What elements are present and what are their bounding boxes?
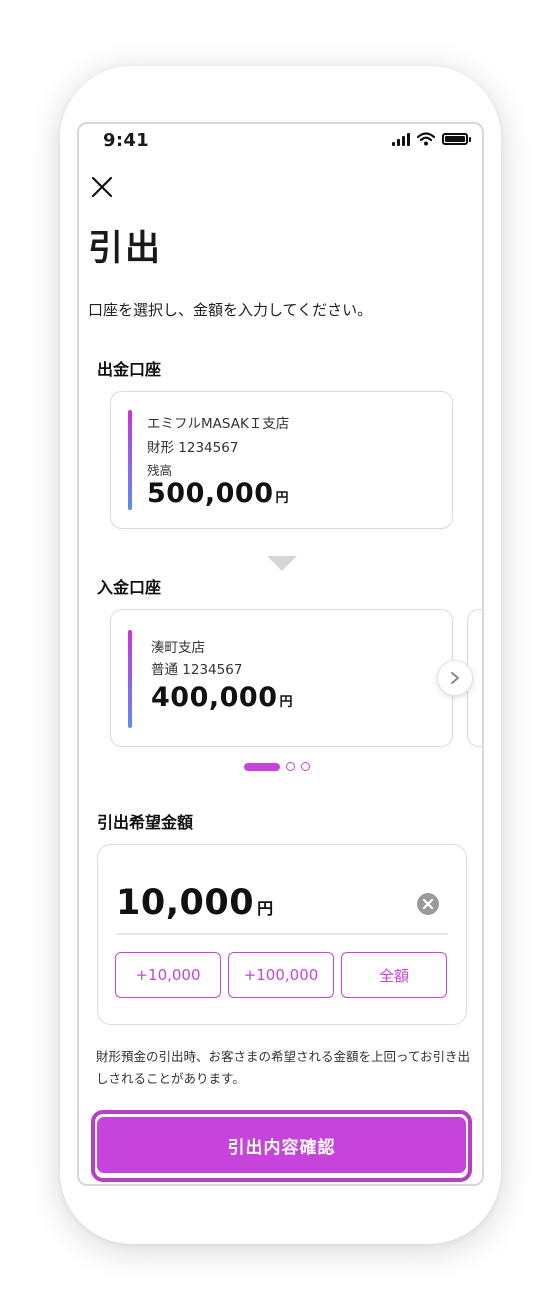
withdrawal-note: 財形預金の引出時、お客さまの希望される金額を上回ってお引き出しされることがありま… (96, 1049, 471, 1086)
pagination-dot[interactable] (301, 762, 310, 771)
withdraw-account-label: 出金口座 (97, 360, 162, 379)
instruction-text: 口座を選択し、金額を入力してください。 (88, 301, 373, 319)
withdraw-account-number: 財形 1234567 (147, 440, 239, 456)
status-time: 9:41 (103, 130, 149, 151)
deposit-balance-currency: 円 (279, 695, 293, 710)
clear-icon[interactable] (417, 893, 439, 915)
confirm-withdrawal-button[interactable]: 引出内容確認 (97, 1117, 466, 1173)
chevron-right-icon (451, 672, 459, 684)
signal-icon (392, 132, 410, 146)
balance-label: 残高 (147, 463, 173, 478)
withdraw-balance: 500,000 円 (147, 478, 289, 509)
withdraw-account-card[interactable]: エミフルMASAKＩ支店 財形 1234567 残高 500,000 円 (110, 391, 453, 529)
page-title: 引出 (88, 229, 163, 269)
battery-icon (442, 133, 471, 145)
deposit-balance-amount: 400,000 (151, 682, 278, 713)
amount-label: 引出希望金額 (97, 813, 194, 832)
arrow-down-icon (267, 556, 297, 571)
full-amount-button[interactable]: 全額 (341, 952, 447, 998)
deposit-balance: 400,000 円 (151, 682, 293, 713)
pagination-dot-active[interactable] (244, 762, 280, 771)
deposit-branch: 湊町支店 (151, 640, 205, 656)
amount-value: 10,000 (116, 883, 255, 923)
pagination-dot[interactable] (286, 762, 295, 771)
withdraw-balance-amount: 500,000 (147, 478, 274, 509)
add-100000-button[interactable]: +100,000 (228, 952, 334, 998)
amount-card: 10,000 円 +10,000 +100,000 全額 (97, 844, 467, 1025)
deposit-account-card[interactable]: 湊町支店 普通 1234567 400,000 円 (110, 609, 453, 747)
close-icon[interactable] (89, 174, 115, 200)
amount-input[interactable]: 10,000 円 (116, 883, 273, 923)
amount-divider (116, 933, 448, 935)
withdraw-branch: エミフルMASAKＩ支店 (147, 416, 290, 432)
amount-currency: 円 (257, 899, 274, 918)
app-screen: 9:41 引出 口座を選択し、金額を入力してください。 出金口座 エミフルMAS… (77, 122, 484, 1186)
withdraw-balance-currency: 円 (275, 491, 289, 506)
card-accent-bar (128, 630, 132, 728)
carousel-pagination (244, 762, 310, 771)
next-account-button[interactable] (437, 660, 473, 696)
deposit-account-number: 普通 1234567 (151, 662, 243, 678)
card-accent-bar (128, 410, 132, 510)
status-icons (392, 132, 471, 146)
add-10000-button[interactable]: +10,000 (115, 952, 221, 998)
deposit-account-label: 入金口座 (97, 578, 162, 597)
wifi-icon (417, 132, 435, 146)
